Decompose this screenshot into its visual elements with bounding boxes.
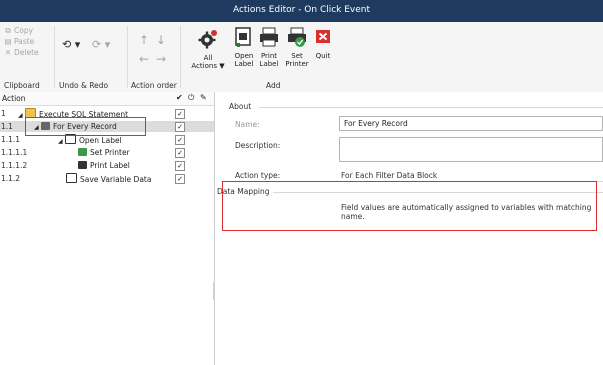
edit-column-icon: ✎ xyxy=(200,93,207,102)
tree-row-save-variable-data[interactable]: 1.1.2 Save Variable Data ✓ xyxy=(0,173,214,184)
tree-row-text: Open Label xyxy=(79,136,122,145)
set-printer-icon xyxy=(78,148,87,156)
arrow-left-icon: ← xyxy=(139,52,150,66)
arrow-right-icon: → xyxy=(156,52,167,66)
move-down-button[interactable]: ↓ xyxy=(156,33,166,47)
open-label-button[interactable]: Open Label xyxy=(233,26,255,68)
delete-label: Delete xyxy=(14,48,39,57)
add-group-label: Add xyxy=(266,81,281,90)
arrow-down-icon: ↓ xyxy=(156,33,167,47)
name-label: Name: xyxy=(235,120,260,129)
paste-icon: ▤ xyxy=(4,37,12,46)
tree-row-number: 1.1.2 xyxy=(1,174,21,183)
delete-button[interactable]: ✕ Delete xyxy=(4,48,39,58)
highlight-box-data-mapping xyxy=(222,181,597,231)
tree-row-label: Print Label xyxy=(78,160,130,171)
set-printer-line1: Set xyxy=(291,52,303,60)
window-title: Actions Editor - On Click Event xyxy=(232,5,371,15)
move-up-button[interactable]: ↑ xyxy=(139,33,149,47)
arrow-up-icon: ↑ xyxy=(139,33,150,47)
group-separator xyxy=(54,26,55,88)
clipboard-group-label: Clipboard xyxy=(4,81,40,90)
move-right-button[interactable]: → xyxy=(156,52,166,66)
tree-row-label: Set Printer xyxy=(78,147,130,158)
tree-header: Action ✔ ⏻ ✎ xyxy=(0,92,214,106)
tree-header-action: Action xyxy=(2,94,26,103)
action-details-panel: About Name: For Every Record Description… xyxy=(215,92,603,365)
enabled-checkbox[interactable]: ✓ xyxy=(175,109,185,119)
about-section-title: About xyxy=(229,102,252,111)
title-bar: Actions Editor - On Click Event xyxy=(0,0,603,22)
tree-row-number: 1.1.1.2 xyxy=(1,161,28,170)
save-variable-icon xyxy=(66,173,77,183)
tree-row-number: 1.1.1.1 xyxy=(1,148,28,157)
open-label-icon xyxy=(235,27,251,47)
set-printer-button[interactable]: Set Printer xyxy=(285,26,309,68)
delete-icon: ✕ xyxy=(4,48,12,57)
name-field[interactable]: For Every Record xyxy=(339,116,603,131)
highlight-box-tree xyxy=(25,117,146,136)
gear-icon xyxy=(198,30,217,49)
about-divider xyxy=(259,107,603,108)
description-label: Description: xyxy=(235,141,281,150)
expand-arrow-icon: ◢ xyxy=(58,138,63,145)
description-field[interactable] xyxy=(339,137,603,162)
action-order-group-label: Action order xyxy=(131,81,177,90)
quit-label: Quit xyxy=(315,52,331,60)
set-printer-line2: Printer xyxy=(285,60,309,68)
enabled-checkbox[interactable]: ✓ xyxy=(175,174,185,184)
undo-redo-group-label: Undo & Redo xyxy=(59,81,109,90)
enabled-checkbox[interactable]: ✓ xyxy=(175,135,185,145)
tree-row-text: Set Printer xyxy=(90,148,130,157)
open-label-line2: Label xyxy=(234,60,254,68)
enabled-column-icon: ✔ xyxy=(176,93,183,102)
redo-button[interactable]: ⟳ ▾ xyxy=(92,38,110,51)
undo-button[interactable]: ⟲ ▾ xyxy=(62,38,80,51)
print-label-line1: Print xyxy=(260,52,278,60)
expand-arrow-icon: ◢ xyxy=(18,112,23,119)
tree-row-set-printer[interactable]: 1.1.1.1 Set Printer ✓ xyxy=(0,147,214,158)
all-actions-label-line1: All xyxy=(203,54,213,62)
paste-label: Paste xyxy=(14,37,35,46)
group-separator xyxy=(127,26,128,88)
power-column-icon: ⏻ xyxy=(188,93,195,102)
quit-button[interactable]: Quit xyxy=(312,26,334,60)
group-separator xyxy=(180,26,181,88)
printer-icon xyxy=(78,161,87,169)
print-label-line2: Label xyxy=(259,60,279,68)
ribbon-toolbar: ⧉ Copy ▤ Paste ✕ Delete Clipboard ⟲ ▾ ⟳ ▾ U… xyxy=(0,22,603,93)
action-tree-panel: Action ✔ ⏻ ✎ 1 ◢ Execute SQL Statement ✓… xyxy=(0,92,215,365)
tree-row-text: Print Label xyxy=(90,161,130,170)
all-actions-label-line2: Actions ▼ xyxy=(191,62,225,70)
action-type-label: Action type: xyxy=(235,171,281,180)
enabled-checkbox[interactable]: ✓ xyxy=(175,148,185,158)
copy-label: Copy xyxy=(14,26,34,35)
enabled-checkbox[interactable]: ✓ xyxy=(175,122,185,132)
print-label-button[interactable]: Print Label xyxy=(258,26,280,68)
copy-button[interactable]: ⧉ Copy xyxy=(4,26,33,36)
tree-row-text: Save Variable Data xyxy=(80,175,152,184)
set-printer-icon xyxy=(288,27,306,47)
tree-row-number: 1.1 xyxy=(1,122,13,131)
enabled-checkbox[interactable]: ✓ xyxy=(175,161,185,171)
printer-icon xyxy=(260,27,278,47)
tree-row-number: 1.1.1 xyxy=(1,135,21,144)
open-label-line1: Open xyxy=(234,52,254,60)
tree-row-label: Save Variable Data xyxy=(66,173,151,185)
copy-icon: ⧉ xyxy=(5,26,11,35)
paste-button[interactable]: ▤ Paste xyxy=(4,37,34,47)
action-type-value: For Each Filter Data Block xyxy=(341,171,438,180)
tree-row-number: 1 xyxy=(1,109,6,118)
move-left-button[interactable]: ← xyxy=(139,52,149,66)
all-actions-button[interactable]: All Actions ▼ xyxy=(186,28,230,70)
tree-row-print-label[interactable]: 1.1.1.2 Print Label ✓ xyxy=(0,160,214,171)
quit-icon xyxy=(316,30,330,43)
